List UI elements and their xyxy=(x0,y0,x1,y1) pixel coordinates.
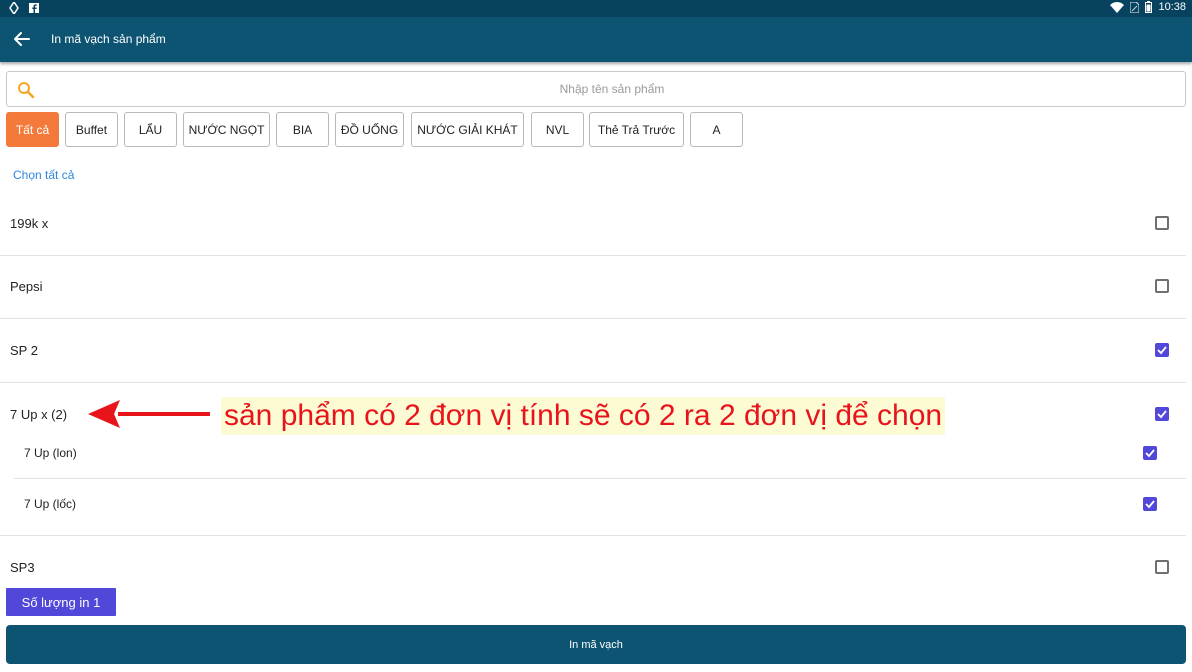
search-input[interactable] xyxy=(47,72,1177,106)
product-name: 199k x xyxy=(10,216,49,231)
arrow-left-annotation-icon xyxy=(88,400,210,428)
chip-all[interactable]: Tất cả xyxy=(6,112,59,147)
product-checkbox-checked[interactable] xyxy=(1155,343,1169,357)
sim-icon xyxy=(1130,1,1140,13)
list-item[interactable]: SP 2 xyxy=(0,319,1192,382)
battery-icon xyxy=(1145,1,1153,13)
unit-name: 7 Up (lon) xyxy=(24,446,77,460)
unit-name: 7 Up (lốc) xyxy=(24,497,77,511)
list-item[interactable]: SP3 xyxy=(0,536,1192,586)
list-item[interactable]: Pepsi xyxy=(0,256,1192,318)
chip-the-tra-truoc[interactable]: Thẻ Trả Trước xyxy=(589,112,684,147)
product-checkbox-checked[interactable] xyxy=(1155,407,1169,421)
search-icon xyxy=(18,82,35,99)
chip-do-uong[interactable]: ĐỒ UỐNG xyxy=(335,112,404,147)
list-item-unit[interactable]: 7 Up (lon) xyxy=(0,433,1192,478)
check-icon xyxy=(1157,410,1167,419)
annotation-callout: sản phẩm có 2 đơn vị tính sẽ có 2 ra 2 đ… xyxy=(221,397,946,435)
unit-checkbox-checked[interactable] xyxy=(1143,446,1157,460)
check-icon xyxy=(1145,500,1155,509)
product-name: Pepsi xyxy=(10,279,43,294)
chip-nuoc-giai-khat[interactable]: NƯỚC GIẢI KHÁT xyxy=(411,112,524,147)
status-bar: 10:38 xyxy=(0,0,1192,17)
search-box xyxy=(6,71,1186,107)
wifi-icon xyxy=(1110,1,1125,13)
print-quantity-button[interactable]: Số lượng in 1 xyxy=(6,588,116,616)
list-item[interactable]: 199k x xyxy=(0,192,1192,255)
chip-a[interactable]: A xyxy=(690,112,743,147)
chip-nvl[interactable]: NVL xyxy=(531,112,584,147)
clock: 10:38 xyxy=(1158,1,1186,13)
chip-nuoc-ngot[interactable]: NƯỚC NGỌT xyxy=(183,112,270,147)
facebook-icon xyxy=(29,3,39,13)
check-icon xyxy=(1145,449,1155,458)
product-checkbox[interactable] xyxy=(1155,216,1169,230)
product-checkbox[interactable] xyxy=(1155,560,1169,574)
page-title: In mã vạch sản phẩm xyxy=(51,32,166,46)
arrow-left-icon[interactable] xyxy=(12,29,32,49)
product-name: SP 2 xyxy=(10,343,38,358)
list-item-unit[interactable]: 7 Up (lốc) xyxy=(0,479,1192,535)
print-barcode-button[interactable]: In mã vạch xyxy=(6,625,1186,664)
unit-checkbox-checked[interactable] xyxy=(1143,497,1157,511)
chip-lau[interactable]: LẨU xyxy=(124,112,177,147)
product-name: 7 Up x (2) xyxy=(10,407,68,422)
product-name: SP3 xyxy=(10,560,35,575)
chip-bia[interactable]: BIA xyxy=(276,112,329,147)
check-icon xyxy=(1157,346,1167,355)
chip-buffet[interactable]: Buffet xyxy=(65,112,118,147)
location-icon xyxy=(9,2,19,14)
product-checkbox[interactable] xyxy=(1155,279,1169,293)
app-bar: In mã vạch sản phẩm xyxy=(0,17,1192,62)
select-all-link[interactable]: Chọn tất cả xyxy=(13,168,74,182)
